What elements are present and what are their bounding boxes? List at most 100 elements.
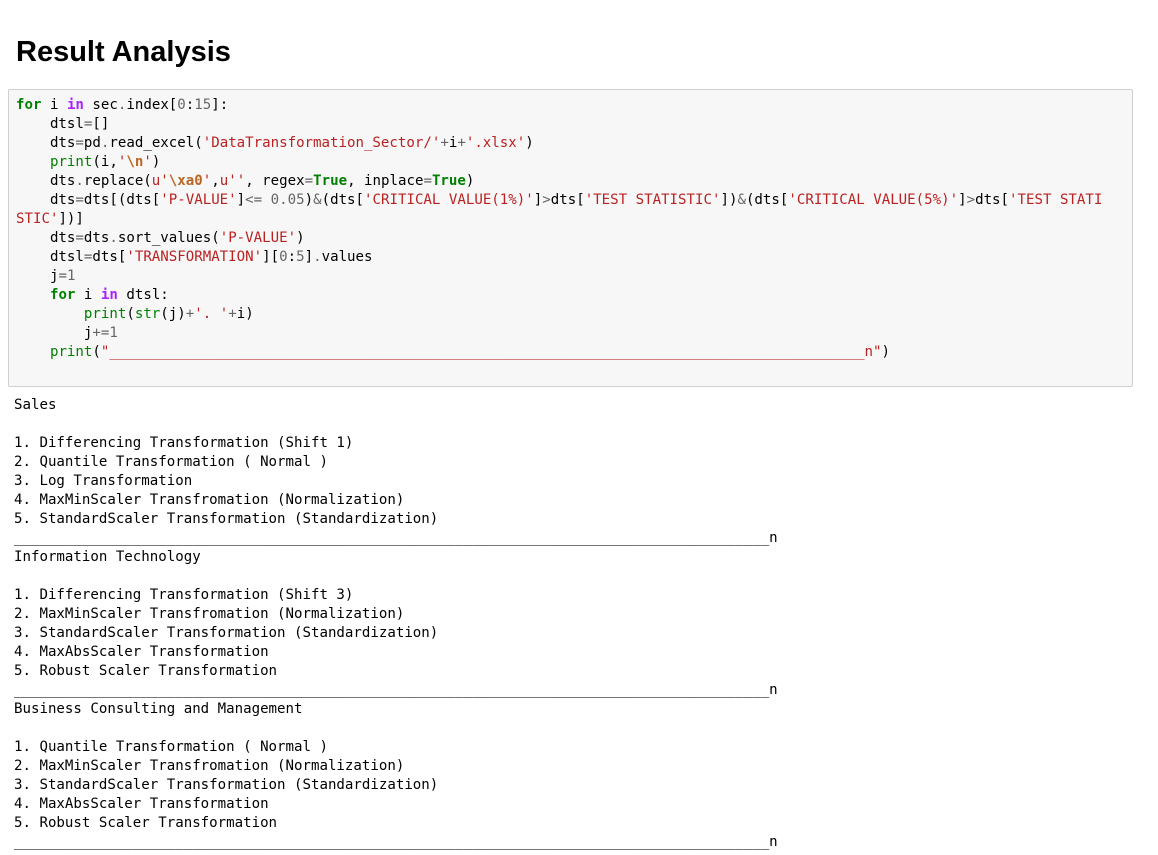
code-token: i <box>41 97 67 113</box>
code-token: ' <box>202 173 212 189</box>
code-line: dtsl=[] <box>16 116 109 132</box>
code-token: . <box>109 230 118 246</box>
transformation-item: 2. MaxMinScaler Transfromation (Normaliz… <box>14 758 405 774</box>
code-token: dtsl: <box>117 287 169 303</box>
code-token: True <box>431 173 466 189</box>
code-line: STIC'])] <box>16 211 84 227</box>
code-line: print(str(j)+'. '+i) <box>16 306 254 322</box>
code-token: = <box>75 230 84 246</box>
code-token: print <box>49 344 93 360</box>
transformation-item: 4. MaxAbsScaler Transformation <box>14 644 269 660</box>
code-token: <= <box>245 192 263 208</box>
code-token: ) <box>151 154 161 170</box>
code-token: ( <box>92 344 101 360</box>
code-token: ) <box>296 230 305 246</box>
code-token: u'' <box>219 173 246 189</box>
separator-line: ________________________________________… <box>14 834 778 850</box>
code-line: for i in dtsl: <box>16 287 169 303</box>
code-token: 'CRITICAL VALUE(1%)' <box>364 192 534 208</box>
code-token: read_excel( <box>109 135 203 151</box>
code-token: 'TEST STATI <box>1009 192 1103 208</box>
sector-name: Information Technology <box>14 549 201 565</box>
code-line: print(i,'\n') <box>16 154 160 170</box>
code-token: u' <box>151 173 169 189</box>
code-token: ' <box>143 154 152 170</box>
code-token: . <box>75 173 84 189</box>
code-token: & <box>737 192 746 208</box>
code-token: (dts[ <box>321 192 365 208</box>
code-token: sort_values( <box>117 230 220 246</box>
code-token: ])] <box>58 211 84 227</box>
code-token: = <box>75 192 84 208</box>
code-token: dts <box>16 230 76 246</box>
code-token: 0.05 <box>270 192 305 208</box>
code-token: dts <box>83 230 110 246</box>
code-token: & <box>313 192 322 208</box>
code-token: True <box>313 173 348 189</box>
code-token: ) <box>525 135 534 151</box>
code-token: j <box>16 268 59 284</box>
code-token: = <box>423 173 432 189</box>
separator-line: ________________________________________… <box>14 530 778 546</box>
separator-line: ________________________________________… <box>14 682 778 698</box>
transformation-item: 5. StandardScaler Transformation (Standa… <box>14 511 439 527</box>
code-token: (i, <box>92 154 118 170</box>
code-token: '.xlsx' <box>465 135 526 151</box>
code-token: 'TEST STATISTIC' <box>584 192 721 208</box>
code-token: dtsl <box>16 249 84 265</box>
transformation-item: 1. Quantile Transformation ( Normal ) <box>14 739 328 755</box>
code-cell[interactable]: for i in sec.index[0:15]: dtsl=[] dts=pd… <box>8 89 1133 387</box>
code-token: 'P-VALUE' <box>160 192 237 208</box>
code-token: 'DataTransformation_Sector/' <box>202 135 441 151</box>
code-token: ] <box>236 192 246 208</box>
code-token: + <box>440 135 449 151</box>
code-token: ]: <box>211 97 229 113</box>
code-line: dts=dts[(dts['P-VALUE']<= 0.05)&(dts['CR… <box>16 192 1102 208</box>
code-token: 'P-VALUE' <box>219 230 297 246</box>
transformation-item: 2. Quantile Transformation ( Normal ) <box>14 454 328 470</box>
code-token: print <box>49 154 93 170</box>
code-token: , regex <box>245 173 305 189</box>
code-token: dtsl <box>16 116 84 132</box>
code-token: index[ <box>126 97 178 113</box>
code-line: dtsl=dts['TRANSFORMATION'][0:5].values <box>16 249 373 265</box>
code-token: 5 <box>296 249 305 265</box>
code-token: ) <box>881 344 891 360</box>
code-token: "_______________________________________… <box>100 344 882 360</box>
code-token: ( <box>126 306 135 322</box>
code-line: j=1 <box>16 268 76 284</box>
code-line: dts=pd.read_excel('DataTransformation_Se… <box>16 135 534 151</box>
transformation-item: 1. Differencing Transformation (Shift 1) <box>14 435 354 451</box>
code-token: i) <box>236 306 254 322</box>
code-token: 0 <box>177 97 186 113</box>
code-token: 15 <box>194 97 212 113</box>
code-token: 1 <box>109 325 118 341</box>
sector-name: Business Consulting and Management <box>14 701 303 717</box>
code-line: for i in sec.index[0:15]: <box>16 97 228 113</box>
code-token: dts[ <box>550 192 585 208</box>
code-token: dts <box>16 173 76 189</box>
code-token: : <box>287 249 297 265</box>
code-token: pd <box>83 135 101 151</box>
code-token: + <box>457 135 466 151</box>
code-editor[interactable]: for i in sec.index[0:15]: dtsl=[] dts=pd… <box>16 96 1102 362</box>
output-section: Business Consulting and Management 1. Qua… <box>14 700 778 852</box>
code-token: > <box>542 192 551 208</box>
code-token: . <box>313 249 322 265</box>
code-token: += <box>92 325 110 341</box>
code-token: sec <box>83 97 118 113</box>
transformation-item: 4. MaxMinScaler Transfromation (Normaliz… <box>14 492 405 508</box>
code-token: for <box>16 97 42 113</box>
code-token: (dts[ <box>745 192 789 208</box>
code-token: 1 <box>66 268 76 284</box>
code-token: = <box>304 173 314 189</box>
code-token: STIC' <box>16 211 59 227</box>
page-title: Result Analysis <box>16 36 231 68</box>
code-token: dts[ <box>92 249 127 265</box>
